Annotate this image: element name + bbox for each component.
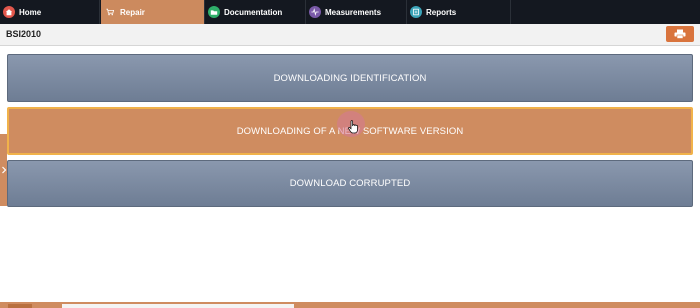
side-panel-toggle[interactable]	[0, 134, 7, 206]
tab-reports[interactable]: Reports	[407, 0, 511, 24]
sub-header: BSI2010	[0, 24, 700, 46]
tab-measurements-label: Measurements	[325, 7, 382, 17]
cart-icon	[104, 6, 116, 18]
printer-icon	[674, 29, 686, 39]
tab-documentation[interactable]: Documentation	[205, 0, 306, 24]
home-icon	[3, 6, 15, 18]
option-label: DOWNLOAD CORRUPTED	[289, 178, 411, 189]
tab-home-label: Home	[19, 7, 42, 17]
tab-documentation-label: Documentation	[224, 7, 283, 17]
folder-icon	[208, 6, 220, 18]
tab-reports-label: Reports	[426, 7, 457, 17]
report-icon	[410, 6, 422, 18]
tab-repair[interactable]: Repair	[101, 0, 205, 24]
footer-input[interactable]	[62, 304, 294, 308]
hand-cursor-icon	[348, 120, 358, 134]
page-title: BSI2010	[6, 29, 42, 39]
chevron-right-icon	[1, 166, 6, 174]
download-corrupted-button[interactable]: DOWNLOAD CORRUPTED	[7, 160, 693, 207]
downloading-identification-button[interactable]: DOWNLOADING IDENTIFICATION	[7, 54, 693, 102]
tab-repair-label: Repair	[120, 7, 145, 17]
option-label: DOWNLOADING IDENTIFICATION	[273, 72, 427, 84]
print-button[interactable]	[666, 26, 694, 42]
tab-home[interactable]: Home	[0, 0, 100, 24]
waveform-icon	[309, 6, 321, 18]
tab-measurements[interactable]: Measurements	[306, 0, 407, 24]
top-nav: Home Repair Documentation Measurements R…	[0, 0, 700, 24]
footer-button[interactable]	[8, 304, 32, 308]
